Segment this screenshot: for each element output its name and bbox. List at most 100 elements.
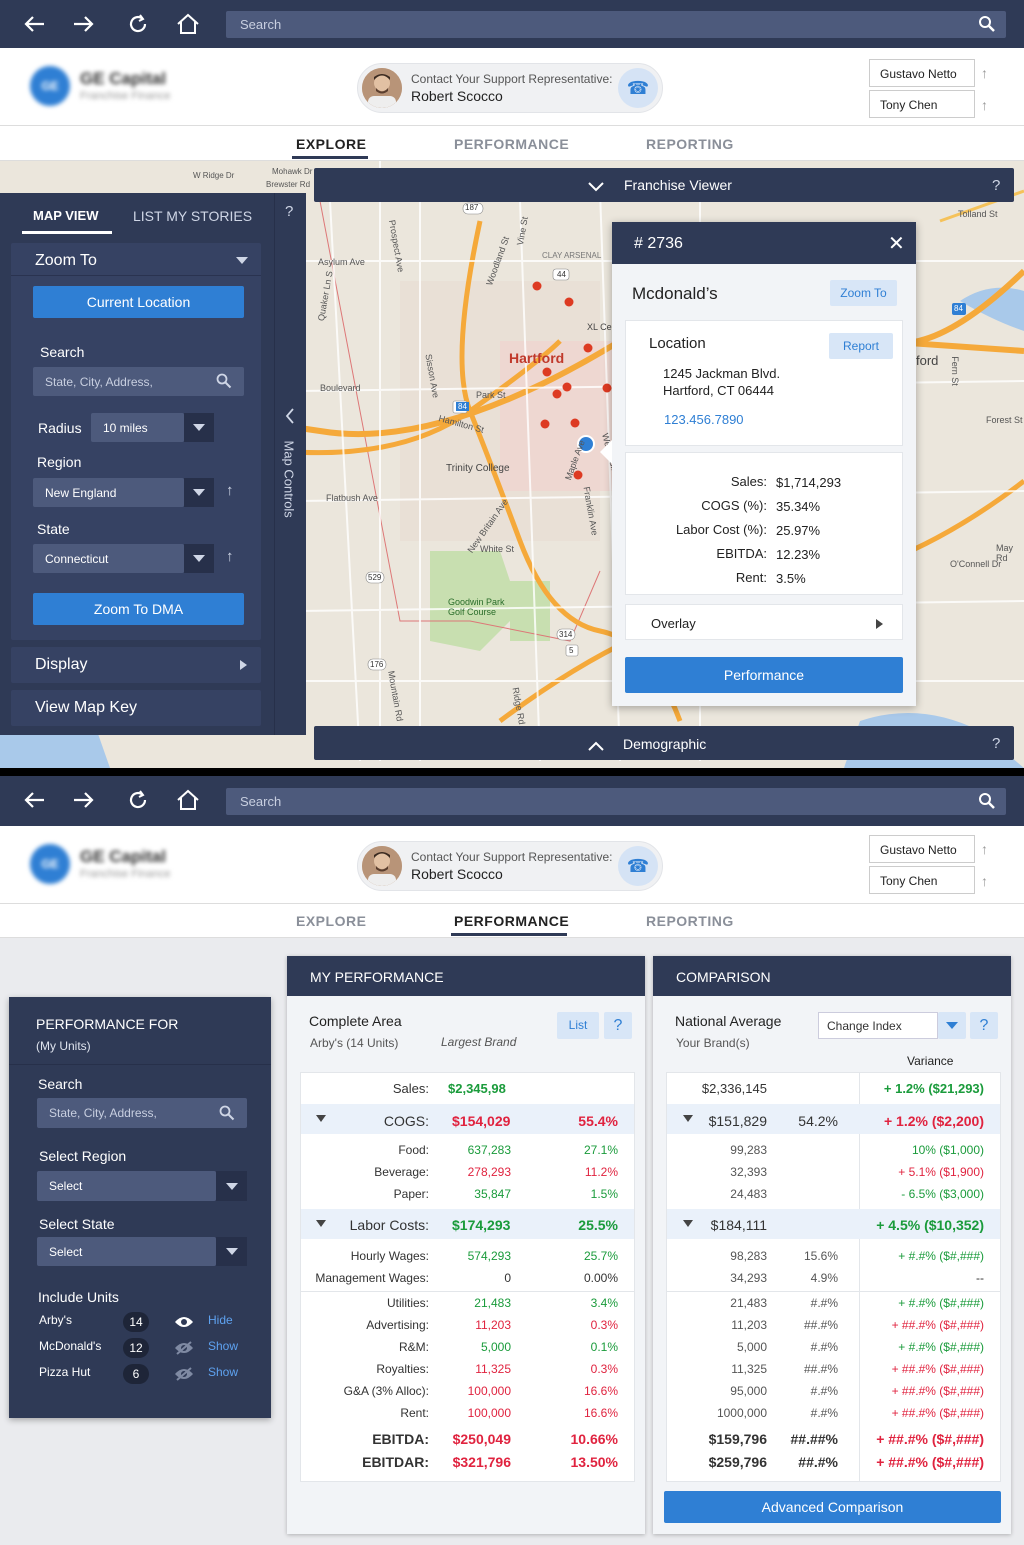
radius-select[interactable]: 10 miles bbox=[91, 413, 184, 442]
browser-search-input[interactable]: Search bbox=[226, 11, 1006, 38]
home-icon[interactable] bbox=[174, 786, 202, 814]
chevron-right-icon[interactable] bbox=[240, 660, 247, 670]
tab-map-view[interactable]: MAP VIEW bbox=[33, 208, 99, 223]
search-icon[interactable] bbox=[978, 792, 996, 813]
unit-toggle-link[interactable]: Show bbox=[208, 1365, 238, 1379]
map-controls-side-label[interactable]: Map Controls bbox=[282, 441, 297, 518]
tab-reporting[interactable]: REPORTING bbox=[646, 913, 734, 929]
tab-reporting[interactable]: REPORTING bbox=[646, 136, 734, 152]
comp-percent: 54.2% bbox=[798, 1113, 838, 1129]
tab-performance[interactable]: PERFORMANCE bbox=[454, 136, 569, 152]
eye-icon[interactable] bbox=[174, 1315, 194, 1334]
back-icon[interactable] bbox=[20, 10, 48, 38]
state-select[interactable]: Connecticut bbox=[33, 544, 184, 573]
forward-icon[interactable] bbox=[70, 10, 98, 38]
chevron-down-icon[interactable] bbox=[184, 544, 214, 573]
user-field-1[interactable]: Gustavo Netto bbox=[869, 835, 975, 863]
home-icon[interactable] bbox=[174, 10, 202, 38]
chevron-right-icon[interactable] bbox=[876, 619, 883, 629]
chevron-down-icon[interactable] bbox=[588, 179, 604, 197]
user-field-1[interactable]: Gustavo Netto bbox=[869, 59, 975, 87]
chevron-down-icon[interactable] bbox=[236, 257, 248, 264]
state-select[interactable]: Select bbox=[37, 1237, 216, 1266]
row-label: Rent: bbox=[400, 1406, 429, 1420]
unit-toggle-link[interactable]: Show bbox=[208, 1339, 238, 1353]
browser-search-input[interactable]: Search bbox=[226, 788, 1006, 815]
route-shield: 44 bbox=[557, 270, 566, 279]
state-label: Select State bbox=[39, 1216, 115, 1232]
report-button[interactable]: Report bbox=[829, 333, 893, 359]
chevron-down-icon[interactable] bbox=[184, 413, 214, 442]
forward-icon[interactable] bbox=[70, 786, 98, 814]
close-icon[interactable]: ✕ bbox=[888, 231, 905, 256]
location-search-input[interactable]: State, City, Address, bbox=[37, 1098, 247, 1128]
demographic-bar[interactable]: Demographic ? bbox=[314, 726, 1014, 760]
chevron-down-icon[interactable] bbox=[216, 1237, 247, 1266]
phone-icon[interactable]: ☎ bbox=[618, 68, 658, 108]
row-value: 21,483 bbox=[474, 1296, 511, 1310]
user-field-2[interactable]: Tony Chen bbox=[869, 866, 975, 894]
back-icon[interactable] bbox=[20, 786, 48, 814]
display-header[interactable]: Display bbox=[35, 656, 87, 674]
national-average-title: National Average bbox=[675, 1013, 782, 1029]
chevron-left-icon[interactable] bbox=[285, 408, 295, 429]
region-select[interactable]: Select bbox=[37, 1171, 216, 1201]
sort-up-icon[interactable]: ↑ bbox=[981, 66, 995, 80]
current-location-button[interactable]: Current Location bbox=[33, 286, 244, 318]
zoom-to-dma-button[interactable]: Zoom To DMA bbox=[33, 593, 244, 625]
unit-toggle-link[interactable]: Hide bbox=[208, 1313, 233, 1327]
advanced-comparison-button[interactable]: Advanced Comparison bbox=[664, 1491, 1001, 1523]
map-label: ford bbox=[916, 353, 939, 368]
sort-up-icon[interactable]: ↑ bbox=[226, 482, 234, 499]
change-index-select[interactable]: Change Index bbox=[818, 1012, 938, 1039]
performance-button[interactable]: Performance bbox=[625, 657, 903, 693]
stat-value: 35.34% bbox=[776, 499, 821, 514]
zoom-to-button[interactable]: Zoom To bbox=[830, 280, 897, 306]
help-icon[interactable]: ? bbox=[285, 203, 293, 220]
sort-up-icon[interactable]: ↑ bbox=[226, 548, 234, 565]
tab-performance[interactable]: PERFORMANCE bbox=[454, 913, 569, 929]
franchise-viewer-bar[interactable]: Franchise Viewer ? bbox=[314, 168, 1014, 202]
eye-off-icon[interactable] bbox=[174, 1341, 194, 1360]
comp-variance: + ##.#% ($#,###) bbox=[891, 1406, 984, 1420]
region-select[interactable]: New England bbox=[33, 478, 184, 507]
search-icon[interactable] bbox=[219, 1105, 235, 1124]
chevron-down-icon[interactable] bbox=[184, 478, 214, 507]
tab-underline bbox=[292, 156, 368, 159]
view-map-key[interactable]: View Map Key bbox=[35, 699, 137, 717]
support-contact[interactable]: Contact Your Support Representative: Rob… bbox=[357, 63, 663, 113]
comp-percent: 15.6% bbox=[803, 1249, 838, 1263]
help-icon[interactable]: ? bbox=[992, 735, 1000, 752]
phone-link[interactable]: 123.456.7890 bbox=[664, 412, 744, 427]
help-icon[interactable]: ? bbox=[992, 177, 1000, 194]
sort-up-icon[interactable]: ↑ bbox=[981, 874, 995, 888]
comp-variance: + 1.2% ($21,293) bbox=[883, 1081, 984, 1096]
search-icon[interactable] bbox=[978, 15, 996, 36]
help-icon[interactable]: ? bbox=[604, 1012, 632, 1039]
sort-up-icon[interactable]: ↑ bbox=[981, 98, 995, 112]
chevron-down-icon[interactable] bbox=[938, 1012, 966, 1039]
tab-explore[interactable]: EXPLORE bbox=[296, 913, 366, 929]
search-icon[interactable] bbox=[216, 373, 232, 392]
zoom-to-header[interactable]: Zoom To bbox=[35, 252, 97, 270]
refresh-icon[interactable] bbox=[124, 10, 152, 38]
avatar bbox=[362, 68, 402, 108]
eye-off-icon[interactable] bbox=[174, 1367, 194, 1386]
support-contact[interactable]: Contact Your Support Representative: Rob… bbox=[357, 841, 663, 891]
row-percent: 16.6% bbox=[583, 1384, 618, 1398]
comp-percent: #.#% bbox=[810, 1384, 838, 1398]
help-icon[interactable]: ? bbox=[970, 1012, 998, 1039]
tab-list-stories[interactable]: LIST MY STORIES bbox=[133, 208, 252, 224]
list-button[interactable]: List bbox=[557, 1012, 599, 1039]
comp-variance: + #.#% ($#,###) bbox=[898, 1296, 984, 1310]
refresh-icon[interactable] bbox=[124, 786, 152, 814]
location-search-input[interactable]: State, City, Address, bbox=[33, 367, 244, 396]
phone-icon[interactable]: ☎ bbox=[618, 846, 658, 886]
unit-name: McDonald's bbox=[39, 1339, 102, 1353]
tab-explore[interactable]: EXPLORE bbox=[296, 136, 366, 152]
my-performance-panel: MY PERFORMANCE Complete Area Arby's (14 … bbox=[287, 956, 645, 1534]
user-field-2[interactable]: Tony Chen bbox=[869, 90, 975, 118]
sort-up-icon[interactable]: ↑ bbox=[981, 842, 995, 856]
chevron-up-icon[interactable] bbox=[588, 738, 604, 756]
chevron-down-icon[interactable] bbox=[216, 1171, 247, 1201]
